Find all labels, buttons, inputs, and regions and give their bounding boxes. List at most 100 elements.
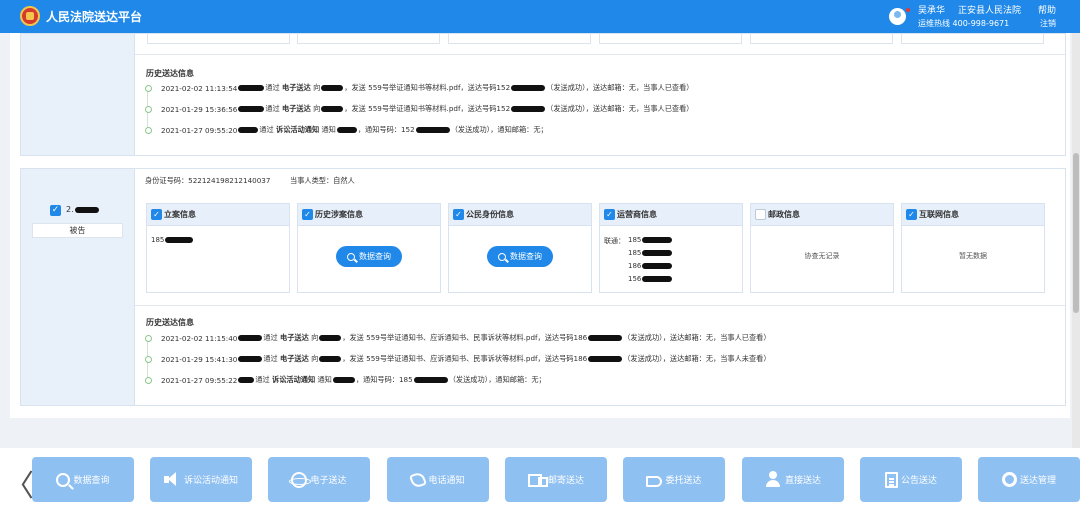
carrier-phone: 185 (628, 249, 673, 257)
info-card-partial (297, 34, 440, 44)
postal-info-card: 邮政信息 协查无记录 (750, 203, 894, 293)
person-icon (765, 471, 782, 488)
divider (135, 54, 1065, 55)
checkbox-checked-icon[interactable]: ✓ (151, 209, 162, 220)
help-link[interactable]: 帮助 (1038, 3, 1056, 16)
history-item: 2021-01-27 09:55:20 通过 诉讼活动通知 通知 ，通知号码：15… (145, 125, 548, 135)
phone-icon (409, 470, 428, 489)
party-type: 当事人类型：自然人 (290, 176, 355, 185)
mail-delivery-button[interactable]: 邮寄送达 (505, 457, 607, 502)
history-item: 2021-01-29 15:41:30 通过 电子送达 向，发送 559号举证通… (145, 354, 771, 364)
history-item: 2021-01-27 09:55:22 通过 诉讼活动通知 通知 ，通知号码：18… (145, 375, 546, 385)
hotline-text: 运维热线 400-998-9671 (918, 19, 1010, 28)
search-icon (498, 252, 506, 261)
carrier-phone: 185 (628, 236, 673, 244)
redaction (588, 356, 623, 362)
carrier-phone: 186 (628, 262, 673, 270)
postal-status-text: 协查无记录 (804, 252, 840, 260)
redaction (642, 263, 673, 269)
redaction (238, 356, 263, 362)
speaker-icon (163, 471, 181, 488)
document-icon (884, 471, 898, 488)
party-section-1: 历史送达信息 2021-02-02 11:13:54 通过 电子送达 向，发送 … (20, 33, 1066, 156)
court-name: 正安县人民法院 (958, 6, 1022, 16)
redaction (642, 250, 673, 256)
history-title: 历史送达信息 (146, 69, 194, 78)
redaction (511, 85, 546, 91)
redaction (413, 377, 448, 383)
data-query-tool-button[interactable]: 数据查询 (32, 457, 134, 502)
search-icon (56, 472, 71, 487)
info-card-partial (750, 34, 893, 44)
carrier-phone: 156 (628, 275, 673, 283)
redaction (238, 335, 263, 341)
card-header: ✓ 历史涉案信息 (298, 204, 440, 226)
entrusted-delivery-button[interactable]: 委托送达 (623, 457, 725, 502)
phone-notice-button[interactable]: 电话通知 (387, 457, 489, 502)
history-item: 2021-01-29 15:36:56 通过 电子送达 向，发送 559号举证通… (145, 104, 694, 114)
user-name: 吴承华 (918, 6, 946, 16)
gear-icon (1001, 472, 1017, 487)
checkbox-checked-icon[interactable]: ✓ (453, 209, 464, 220)
card-header: 邮政信息 (751, 204, 893, 226)
case-filing-card: ✓ 立案信息 185 (146, 203, 290, 293)
info-card-partial (448, 34, 591, 44)
toolbar-prev-arrow-icon[interactable]: 〈 (4, 461, 34, 505)
redaction (642, 237, 673, 243)
card-header: ✓ 立案信息 (147, 204, 289, 226)
redaction (238, 85, 265, 91)
redaction (415, 127, 450, 133)
redaction (332, 377, 355, 383)
party-content: 身份证号码：522124198212140037 当事人类型：自然人 ✓ 立案信… (135, 169, 1065, 405)
redaction (238, 127, 259, 133)
carrier-label: 联通： (604, 237, 625, 245)
party-column (21, 34, 135, 155)
party-number: 2. (66, 205, 100, 214)
timeline-dot-icon (145, 376, 152, 384)
scrollbar-thumb[interactable] (1073, 153, 1079, 313)
redaction (321, 85, 344, 91)
timeline-dot-icon (145, 355, 152, 363)
logout-link[interactable]: 注销 (1040, 18, 1056, 29)
party-section-2: ✓ 2. 被告 身份证号码：522124198212140037 当事人类型：自… (20, 168, 1066, 406)
citizen-identity-card: ✓ 公民身份信息 数据查询 (448, 203, 592, 293)
redaction (321, 106, 344, 112)
redaction (319, 335, 342, 341)
delivery-management-button[interactable]: 送达管理 (978, 457, 1080, 502)
history-item: 2021-02-02 11:15:40 通过 电子送达 向，发送 559号举证通… (145, 333, 771, 343)
timeline-dot-icon (145, 105, 152, 113)
checkbox-unchecked-icon[interactable] (755, 209, 766, 220)
card-header: ✓ 公民身份信息 (449, 204, 591, 226)
data-query-button[interactable]: 数据查询 (336, 246, 402, 267)
truck-icon (527, 471, 548, 488)
electronic-delivery-button[interactable]: 电子送达 (268, 457, 370, 502)
notification-dot-icon (906, 8, 910, 12)
litigation-notice-button[interactable]: 诉讼活动通知 (150, 457, 252, 502)
internet-status-text: 暂无数据 (959, 252, 987, 260)
info-card-partial (147, 34, 290, 44)
checkbox-checked-icon[interactable]: ✓ (906, 209, 917, 220)
vertical-scrollbar[interactable] (1072, 33, 1080, 448)
announcement-delivery-button[interactable]: 公告送达 (860, 457, 962, 502)
top-header: 人民法院送达平台 吴承华 正安县人民法院 帮助 运维热线 400-998-967… (0, 0, 1080, 33)
card-header: ✓ 运营商信息 (600, 204, 742, 226)
user-avatar[interactable] (889, 8, 906, 25)
redaction (642, 276, 673, 282)
filing-phone: 185 (151, 236, 194, 244)
redaction (165, 237, 194, 243)
checkbox-checked-icon[interactable]: ✓ (302, 209, 313, 220)
case-history-card: ✓ 历史涉案信息 数据查询 (297, 203, 441, 293)
redaction (319, 356, 342, 362)
card-header: ✓ 互联网信息 (902, 204, 1044, 226)
party-role-badge: 被告 (32, 223, 123, 238)
checkbox-checked-icon[interactable]: ✓ (604, 209, 615, 220)
globe-icon (289, 471, 312, 488)
direct-delivery-button[interactable]: 直接送达 (742, 457, 844, 502)
data-query-button[interactable]: 数据查询 (487, 246, 553, 267)
timeline-dot-icon (145, 126, 152, 134)
redaction (238, 377, 255, 383)
id-number: 身份证号码：522124198212140037 (145, 176, 271, 185)
redaction (588, 335, 623, 341)
timeline-dot-icon (145, 84, 152, 92)
party-select-checkbox[interactable]: ✓ (50, 205, 61, 216)
